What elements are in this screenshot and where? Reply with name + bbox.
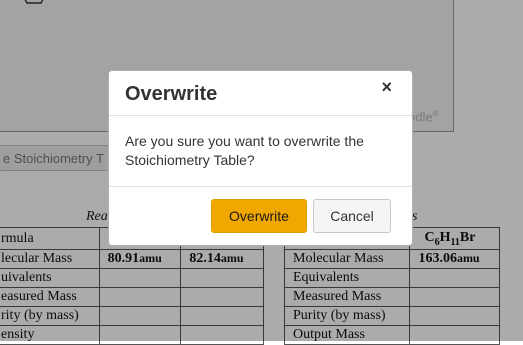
- close-icon[interactable]: ×: [381, 77, 392, 98]
- dialog-header: Overwrite ×: [109, 71, 412, 116]
- dialog-footer: Overwrite Cancel: [109, 187, 412, 261]
- dialog-title: Overwrite: [125, 83, 218, 105]
- dialog-message: Are you sure you want to overwrite the S…: [109, 116, 412, 187]
- cancel-button[interactable]: Cancel: [313, 199, 391, 233]
- overwrite-dialog: Overwrite × Are you sure you want to ove…: [108, 70, 413, 246]
- overwrite-button[interactable]: Overwrite: [211, 199, 307, 233]
